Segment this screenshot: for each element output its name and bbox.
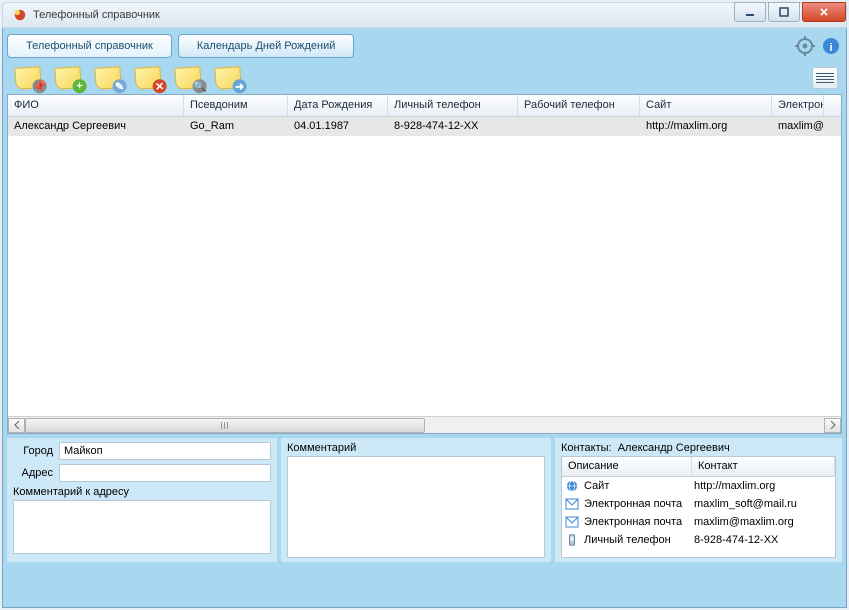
contact-desc: Электронная почта: [582, 516, 692, 528]
address-panel: Город Майкоп Адрес Комментарий к адресу: [7, 438, 277, 562]
contact-value: http://maxlim.org: [692, 480, 835, 492]
col-description[interactable]: Описание: [562, 457, 692, 476]
arrow-icon: ➜: [232, 79, 247, 94]
col-fio[interactable]: ФИО: [8, 95, 184, 116]
contacts-grid-detail: Описание Контакт Сайтhttp://maxlim.orgЭл…: [561, 456, 836, 558]
cell-email: maxlim@m: [772, 117, 824, 136]
contacts-panel: Контакты: Александр Сергеевич Описание К…: [555, 438, 842, 562]
cell-pphone: 8-928-474-12-XX: [388, 117, 518, 136]
cell-nick: Go_Ram: [184, 117, 288, 136]
globe-icon: [562, 480, 582, 492]
settings-button[interactable]: [794, 35, 816, 57]
contact-desc: Личный телефон: [582, 534, 692, 546]
contacts-label: Контакты:: [561, 442, 612, 454]
find-note-button[interactable]: 🔍: [171, 63, 205, 93]
horizontal-scrollbar[interactable]: [8, 416, 841, 433]
cell-fio: Александр Сергеевич: [8, 117, 184, 136]
grid-body[interactable]: Александр Сергеевич Go_Ram 04.01.1987 8-…: [8, 117, 841, 416]
col-email[interactable]: Электрон: [772, 95, 824, 116]
window-controls: [732, 2, 846, 22]
comment-input[interactable]: [287, 456, 545, 558]
col-site[interactable]: Сайт: [640, 95, 772, 116]
edit-note-button[interactable]: ✎: [91, 63, 125, 93]
window-title: Телефонный справочник: [33, 9, 160, 21]
contacts-name: Александр Сергеевич: [618, 442, 730, 454]
col-contact[interactable]: Контакт: [692, 457, 835, 476]
comment-panel: Комментарий: [281, 438, 551, 562]
cell-wphone: [518, 117, 640, 136]
maximize-button[interactable]: [768, 2, 800, 22]
list-view-button[interactable]: [812, 67, 838, 89]
plus-icon: +: [72, 79, 87, 94]
address-input[interactable]: [59, 464, 271, 482]
scroll-left-button[interactable]: [8, 418, 25, 433]
pin-icon: 📌: [32, 79, 47, 94]
comment-label: Комментарий: [287, 442, 545, 454]
col-dob[interactable]: Дата Рождения: [288, 95, 388, 116]
contacts-grid-header: Описание Контакт: [562, 457, 835, 477]
mail-icon: [562, 516, 582, 528]
scroll-track[interactable]: [25, 418, 824, 433]
cell-site: http://maxlim.org: [640, 117, 772, 136]
move-note-button[interactable]: ➜: [211, 63, 245, 93]
contact-row[interactable]: Личный телефон8-928-474-12-XX: [562, 531, 835, 549]
tab-bar: Телефонный справочник Календарь Дней Рож…: [7, 32, 842, 60]
pencil-icon: ✎: [112, 79, 127, 94]
contact-value: maxlim@maxlim.org: [692, 516, 835, 528]
scroll-thumb[interactable]: [25, 418, 425, 433]
contact-desc: Сайт: [582, 480, 692, 492]
contact-row[interactable]: Сайтhttp://maxlim.org: [562, 477, 835, 495]
phone-icon: [562, 534, 582, 546]
address-label: Адрес: [13, 467, 59, 479]
titlebar: Телефонный справочник: [2, 2, 847, 28]
col-work-phone[interactable]: Рабочий телефон: [518, 95, 640, 116]
add-note-button[interactable]: +: [51, 63, 85, 93]
mail-icon: [562, 498, 582, 510]
contact-row[interactable]: Электронная почтаmaxlim@maxlim.org: [562, 513, 835, 531]
grid-header: ФИО Псевдоним Дата Рождения Личный телеф…: [8, 95, 841, 117]
contact-desc: Электронная почта: [582, 498, 692, 510]
tab-directory[interactable]: Телефонный справочник: [7, 34, 172, 58]
toolbar: 📌 + ✎ ✕ 🔍 ➜: [7, 62, 842, 94]
cross-icon: ✕: [152, 79, 167, 94]
address-comment-label: Комментарий к адресу: [13, 486, 271, 498]
contacts-grid-body[interactable]: Сайтhttp://maxlim.orgЭлектронная почтаma…: [562, 477, 835, 549]
col-nick[interactable]: Псевдоним: [184, 95, 288, 116]
contacts-header: Контакты: Александр Сергеевич: [561, 442, 836, 454]
pin-note-button[interactable]: 📌: [11, 63, 45, 93]
binoculars-icon: 🔍: [192, 79, 207, 94]
cell-dob: 04.01.1987: [288, 117, 388, 136]
col-personal-phone[interactable]: Личный телефон: [388, 95, 518, 116]
gear-icon: [795, 36, 815, 56]
svg-text:i: i: [829, 42, 832, 54]
tab-calendar[interactable]: Календарь Дней Рождений: [178, 34, 355, 58]
info-icon: i: [821, 36, 841, 56]
scroll-right-button[interactable]: [824, 418, 841, 433]
minimize-button[interactable]: [734, 2, 766, 22]
grid-row[interactable]: Александр Сергеевич Go_Ram 04.01.1987 8-…: [8, 117, 841, 136]
address-comment-input[interactable]: [13, 500, 271, 554]
contact-value: maxlim_soft@mail.ru: [692, 498, 835, 510]
app-icon: [13, 8, 27, 22]
delete-note-button[interactable]: ✕: [131, 63, 165, 93]
contact-value: 8-928-474-12-XX: [692, 534, 835, 546]
close-button[interactable]: [802, 2, 846, 22]
city-input[interactable]: Майкоп: [59, 442, 271, 460]
app-body: Телефонный справочник Календарь Дней Рож…: [2, 28, 847, 608]
details-panel: Город Майкоп Адрес Комментарий к адресу …: [7, 438, 842, 562]
info-button[interactable]: i: [820, 35, 842, 57]
contacts-grid: ФИО Псевдоним Дата Рождения Личный телеф…: [7, 94, 842, 434]
contact-row[interactable]: Электронная почтаmaxlim_soft@mail.ru: [562, 495, 835, 513]
city-label: Город: [13, 445, 59, 457]
